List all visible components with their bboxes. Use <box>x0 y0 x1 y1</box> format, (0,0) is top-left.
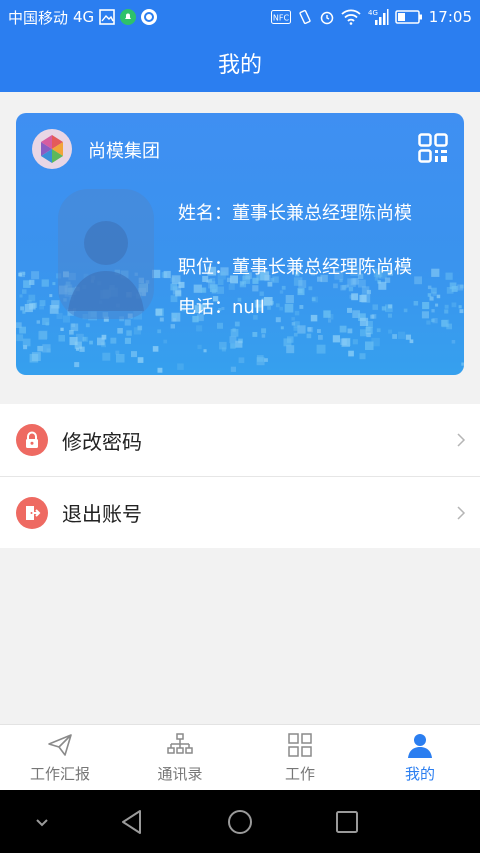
chevron-down-icon[interactable] <box>28 808 56 836</box>
system-nav-bar <box>0 790 480 853</box>
change-password-label: 修改密码 <box>62 429 142 454</box>
status-bar: 中国移动 4G NFC 4G 17:05 <box>0 0 480 34</box>
network-type: 4G <box>73 8 95 26</box>
profile-card: 尚模集团 姓名：董事长兼总经理陈尚模 职位：董事长兼总经理陈尚模 电话：null <box>16 113 464 375</box>
qr-code-icon[interactable] <box>418 133 448 163</box>
logout-icon <box>16 496 48 529</box>
carrier-name: 中国移动 <box>8 8 69 27</box>
recent-apps-icon[interactable] <box>333 808 361 836</box>
org-chart-icon <box>167 733 193 754</box>
notification-bell-icon <box>120 9 137 25</box>
bottom-tab-bar: 工作汇报 通讯录 工作 我的 <box>0 724 480 790</box>
logout-label: 退出账号 <box>62 502 142 526</box>
vibrate-icon <box>297 9 313 25</box>
tab-work-report-label: 工作汇报 <box>29 765 90 783</box>
name-line: 姓名：董事长兼总经理陈尚模 <box>178 203 412 224</box>
org-name: 尚模集团 <box>88 141 160 162</box>
tab-work-report[interactable]: 工作汇报 <box>0 725 120 790</box>
phone-line: 电话：null <box>178 297 265 318</box>
tab-contacts[interactable]: 通讯录 <box>120 725 240 790</box>
svg-text:NFC: NFC <box>273 14 290 23</box>
user-icon <box>408 734 432 758</box>
tab-contacts-label: 通讯录 <box>157 765 203 783</box>
grid-icon <box>288 733 312 757</box>
shield-icon <box>141 9 158 25</box>
page-title: 我的 <box>217 53 262 78</box>
gallery-icon <box>99 9 115 25</box>
cell-signal-icon: 4G <box>367 8 389 26</box>
status-left: 中国移动 4G <box>8 7 158 28</box>
tab-work-label: 工作 <box>284 765 315 783</box>
svg-text:4G: 4G <box>368 9 378 17</box>
position-line: 职位：董事长兼总经理陈尚模 <box>178 257 412 278</box>
tab-work[interactable]: 工作 <box>240 725 360 790</box>
chevron-right-icon <box>457 506 466 520</box>
wifi-icon <box>341 9 361 25</box>
tab-mine-label: 我的 <box>404 765 435 783</box>
nfc-icon: NFC <box>270 9 291 25</box>
battery-icon <box>395 10 423 24</box>
chevron-right-icon <box>457 433 466 447</box>
lock-icon <box>16 424 48 456</box>
home-icon[interactable] <box>226 808 254 836</box>
back-icon[interactable] <box>118 808 146 836</box>
org-logo <box>32 129 72 169</box>
avatar-placeholder-icon <box>58 189 154 319</box>
settings-menu: 修改密码 退出账号 <box>0 404 480 548</box>
clock: 17:05 <box>428 8 472 26</box>
app-header: 我的 <box>0 34 480 92</box>
logout-item[interactable]: 退出账号 <box>0 476 480 548</box>
change-password-item[interactable]: 修改密码 <box>0 404 480 476</box>
paper-plane-icon <box>48 734 72 756</box>
status-right: NFC 4G 17:05 <box>270 8 472 26</box>
tab-mine[interactable]: 我的 <box>360 725 480 790</box>
alarm-icon <box>319 9 335 25</box>
